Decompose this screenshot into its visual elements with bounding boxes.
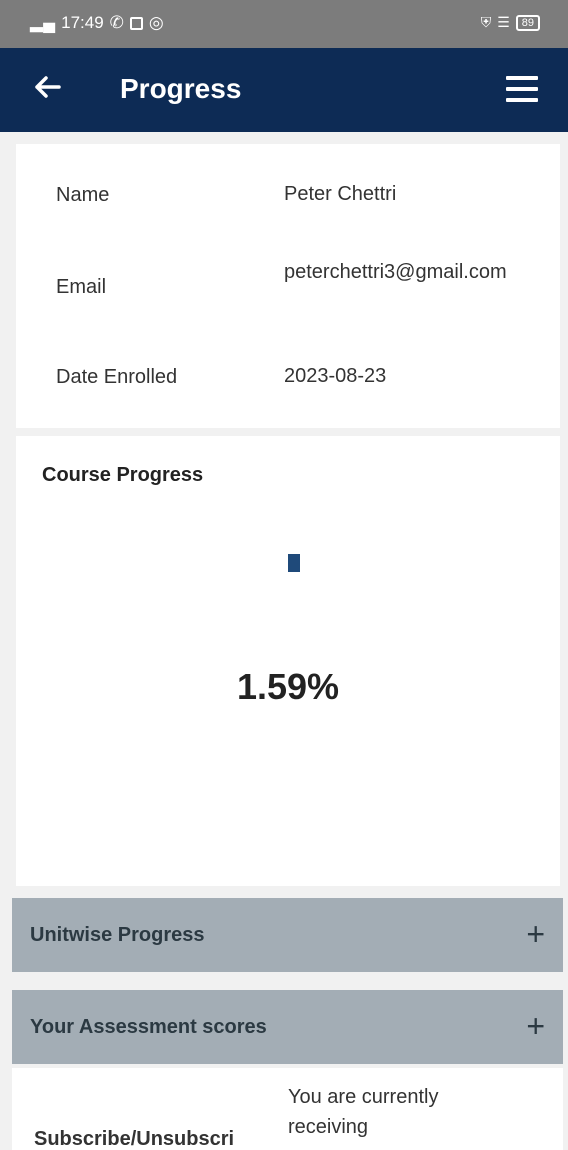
app-bar: Progress: [0, 48, 568, 132]
course-progress-bar: [216, 554, 566, 572]
profile-card: Name Peter Chettri Email peterchettri3@g…: [16, 144, 560, 428]
name-label: Name: [56, 184, 110, 206]
course-progress-title: Course Progress: [42, 464, 204, 486]
email-label: Email: [56, 276, 107, 298]
subscription-status-text: You are currently receiving: [288, 1086, 439, 1138]
status-left: ▂▄ 17:49 ✆ ◎: [30, 13, 164, 33]
name-value: Peter Chettri: [284, 183, 397, 205]
status-bar: ▂▄ 17:49 ✆ ◎ ⛨ ☰ 89: [0, 0, 568, 48]
notification-icon: [129, 16, 143, 30]
battery-icon: 89: [515, 14, 540, 31]
hamburger-menu-icon[interactable]: [506, 76, 538, 102]
date-enrolled-label: Date Enrolled: [56, 366, 178, 388]
date-enrolled-value: 2023-08-23: [284, 365, 387, 387]
course-progress-percent: 1.59%: [236, 666, 340, 707]
sync-icon: ◎: [148, 13, 164, 32]
signal-icon: ▂▄: [30, 13, 56, 32]
status-time: 17:49: [61, 13, 104, 32]
subscription-card: Subscribe/Unsubscri You are currently re…: [12, 1068, 563, 1150]
course-progress-bar-fill: [288, 554, 300, 572]
course-progress-card: Course Progress 1.59%: [16, 436, 560, 886]
unitwise-progress-label: Unitwise Progress: [30, 924, 205, 946]
shield-icon: ⛨: [480, 14, 492, 30]
back-arrow-icon[interactable]: [32, 72, 62, 102]
page-title: Progress: [120, 73, 242, 104]
expand-plus-icon[interactable]: +: [526, 916, 545, 953]
unitwise-progress-accordion[interactable]: Unitwise Progress +: [12, 898, 563, 972]
expand-plus-icon[interactable]: +: [526, 1008, 545, 1045]
call-icon: ✆: [109, 13, 124, 32]
status-right: ⛨ ☰ 89: [481, 14, 540, 31]
wifi-icon: ☰: [497, 14, 510, 30]
email-value: peterchettri3@gmail.com: [284, 261, 507, 283]
assessment-scores-label: Your Assessment scores: [30, 1016, 267, 1038]
subscription-label: Subscribe/Unsubscri: [34, 1128, 235, 1150]
assessment-scores-accordion[interactable]: Your Assessment scores +: [12, 990, 563, 1064]
